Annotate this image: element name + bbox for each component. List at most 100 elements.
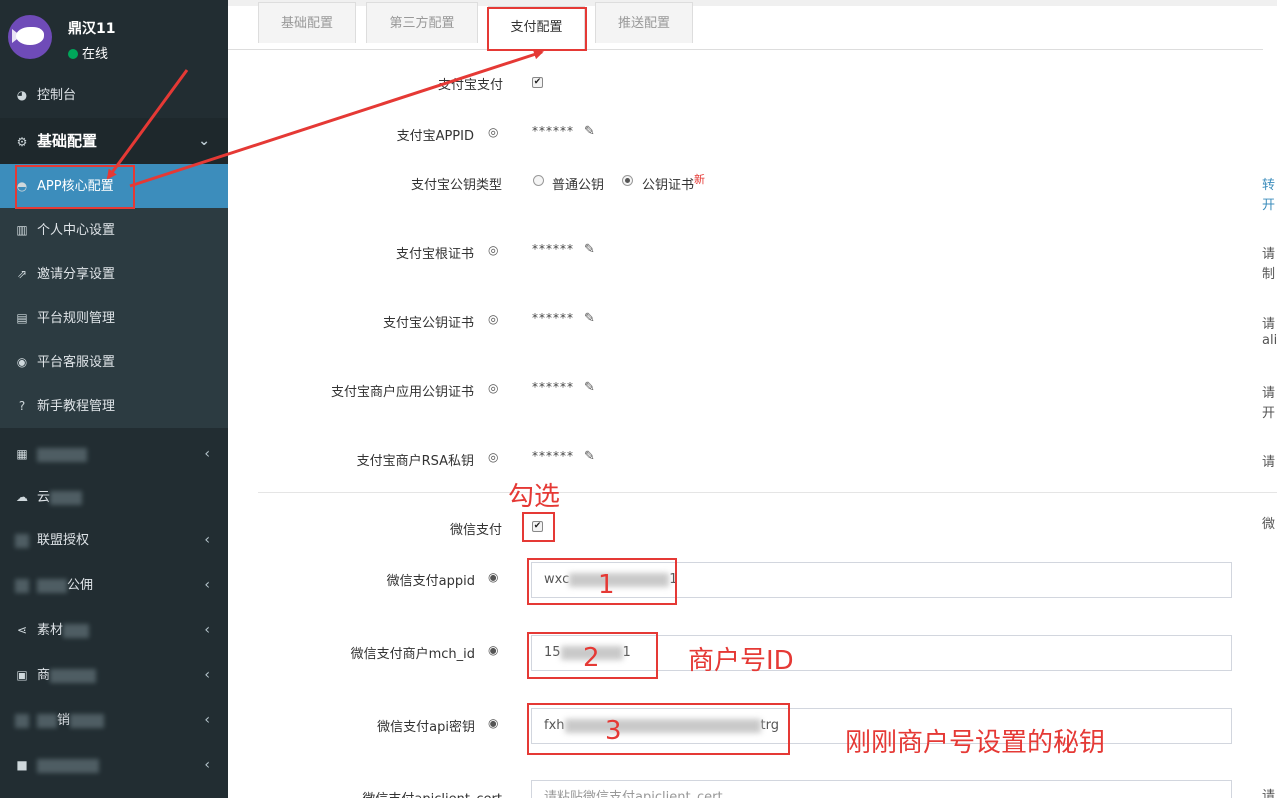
hint-text: 请 <box>1262 386 1276 401</box>
tab-push-config[interactable]: 推送配置 <box>595 2 693 43</box>
grid-icon: ▦ <box>16 447 28 461</box>
chevron-left-icon: ‹ <box>204 577 210 593</box>
radio-key-cert-label: 公钥证书新 <box>642 173 706 193</box>
alipay-appid-value: ****** <box>532 124 574 138</box>
hint-text[interactable]: 转 <box>1262 174 1275 193</box>
chain-icon <box>14 518 30 562</box>
sidebar-item-commerce[interactable]: ▣ 商 ‹ <box>0 653 228 697</box>
alipay-app-cert-value: ****** <box>532 380 574 394</box>
radio-key-cert[interactable] <box>622 175 633 186</box>
edit-icon[interactable]: ✎ <box>584 380 595 395</box>
annotation-box-app-core <box>15 165 135 209</box>
sidebar-item-personal-center[interactable]: ▥ 个人中心设置 <box>0 208 228 252</box>
annotation-mchid-text: 商户号ID <box>688 646 794 676</box>
settings-icon <box>14 698 30 742</box>
sidebar-item-collapsed-2[interactable]: ☁ 云 <box>0 475 228 519</box>
online-dot-icon <box>68 49 78 59</box>
chevron-left-icon: ‹ <box>204 712 210 728</box>
sidebar-item-collapsed-1[interactable]: ▦ ‹ <box>0 432 228 476</box>
hint-text[interactable]: 开 <box>1262 194 1275 213</box>
wechat-mchid-label: 微信支付商户mch_id <box>350 647 475 662</box>
tab-third-party[interactable]: 第三方配置 <box>366 2 478 43</box>
user-status: 在线 <box>68 43 108 62</box>
wechat-enable-label: 微信支付 <box>449 523 502 538</box>
coin-icon <box>14 563 30 607</box>
radio-normal-key[interactable] <box>533 175 544 186</box>
alipay-app-cert-label: 支付宝商户应用公钥证书 <box>330 385 474 400</box>
wechat-api-key-label: 微信支付api密钥 <box>377 720 475 735</box>
video-icon: ■ <box>16 758 28 772</box>
hint-text: 微 <box>1262 517 1276 532</box>
alipay-rsa-key-value: ****** <box>532 449 574 463</box>
annotation-box-apikey <box>527 703 790 755</box>
gears-icon: ⚙ <box>16 135 28 149</box>
sidebar-item-commission[interactable]: 公佣 ‹ <box>0 563 228 607</box>
share-icon: ⋖ <box>16 623 28 637</box>
annotation-check-text: 勾选 <box>508 482 561 512</box>
sidebar-item-invite-share[interactable]: ⇗ 邀请分享设置 <box>0 252 228 296</box>
sidebar-item-dashboard[interactable]: ◕ 控制台 <box>0 73 228 117</box>
edit-icon[interactable]: ✎ <box>584 124 595 139</box>
avatar[interactable] <box>8 15 52 59</box>
user-name: 鼎汉11 <box>68 21 116 37</box>
eye-icon[interactable]: ◉ <box>488 716 498 730</box>
user-circle-icon: ◉ <box>16 355 28 369</box>
alipay-key-type-label: 支付宝公钥类型 <box>410 178 502 193</box>
sidebar-item-customer-service[interactable]: ◉ 平台客服设置 <box>0 340 228 384</box>
bank-icon: ▥ <box>16 223 28 237</box>
sidebar-item-materials[interactable]: ⋖ 素材 ‹ <box>0 608 228 652</box>
dashboard-icon: ◕ <box>16 88 28 102</box>
sidebar-item-base-config[interactable]: ⚙ 基础配置 ⌄ <box>0 118 228 164</box>
sidebar-item-tutorial[interactable]: ? 新手教程管理 <box>0 384 228 428</box>
eye-slash-icon[interactable]: ◎ <box>488 243 498 257</box>
chevron-left-icon: ‹ <box>204 622 210 638</box>
new-badge: 新 <box>694 173 706 186</box>
sidebar-item-video[interactable]: ■ ‹ <box>0 743 228 787</box>
alipay-public-cert-value: ****** <box>532 311 574 325</box>
edit-icon[interactable]: ✎ <box>584 242 595 257</box>
edit-icon[interactable]: ✎ <box>584 449 595 464</box>
chevron-left-icon: ‹ <box>204 446 210 462</box>
annotation-number-2: 2 <box>583 643 600 673</box>
cloud-icon: ☁ <box>16 490 28 504</box>
eye-slash-icon[interactable]: ◎ <box>488 381 498 395</box>
chevron-left-icon: ‹ <box>204 532 210 548</box>
hint-text: 请 <box>1262 455 1276 470</box>
alipay-enable-checkbox[interactable]: ✔ <box>532 77 543 88</box>
eye-slash-icon[interactable]: ◎ <box>488 450 498 464</box>
hint-text: ali <box>1262 333 1277 348</box>
main-content: 基础配置 第三方配置 支付配置 推送配置 支付宝支付 ✔ 支付宝APPID ◎ … <box>228 0 1277 798</box>
annotation-number-3: 3 <box>605 716 622 746</box>
annotation-box-checkbox <box>522 512 555 542</box>
eye-icon[interactable]: ◉ <box>488 643 498 657</box>
eye-slash-icon[interactable]: ◎ <box>488 312 498 326</box>
hint-text: 制 <box>1262 267 1276 282</box>
wechat-appid-label: 微信支付appid <box>386 574 475 589</box>
alipay-enable-label: 支付宝支付 <box>437 78 503 93</box>
eye-icon[interactable]: ◉ <box>488 570 498 584</box>
chevron-down-icon: ⌄ <box>198 133 210 149</box>
sidebar-item-platform-rules[interactable]: ▤ 平台规则管理 <box>0 296 228 340</box>
alipay-appid-label: 支付宝APPID <box>396 129 474 144</box>
annotation-secret-text: 刚刚商户号设置的秘钥 <box>845 728 1106 758</box>
sidebar-item-sales[interactable]: 销 ‹ <box>0 698 228 742</box>
sidebar-item-union-auth[interactable]: 联盟授权 ‹ <box>0 518 228 562</box>
question-circle-icon: ? <box>18 399 26 413</box>
eye-slash-icon[interactable]: ◎ <box>488 125 498 139</box>
chevron-left-icon: ‹ <box>204 757 210 773</box>
alipay-root-cert-label: 支付宝根证书 <box>395 247 474 262</box>
hint-text: 开 <box>1262 406 1276 421</box>
wechat-cert-textarea[interactable]: 请粘贴微信支付apiclient_cert <box>531 780 1232 798</box>
chevron-left-icon: ‹ <box>204 667 210 683</box>
annotation-box-payment-tab <box>487 7 587 51</box>
user-panel: 鼎汉11 在线 <box>0 0 228 72</box>
file-icon: ▤ <box>16 311 28 325</box>
hint-text: 请 <box>1262 247 1276 262</box>
annotation-number-1: 1 <box>598 570 615 600</box>
briefcase-icon: ▣ <box>16 668 28 682</box>
tab-base-config[interactable]: 基础配置 <box>258 2 356 43</box>
sidebar: 鼎汉11 在线 ◕ 控制台 ⚙ 基础配置 ⌄ ◓ APP核心配置 ▥ 个人中心设置 ⇗ 邀… <box>0 0 228 798</box>
alipay-root-cert-value: ****** <box>532 242 574 256</box>
edit-icon[interactable]: ✎ <box>584 311 595 326</box>
wechat-cert-label: 微信支付apiclient_cert <box>362 788 502 798</box>
